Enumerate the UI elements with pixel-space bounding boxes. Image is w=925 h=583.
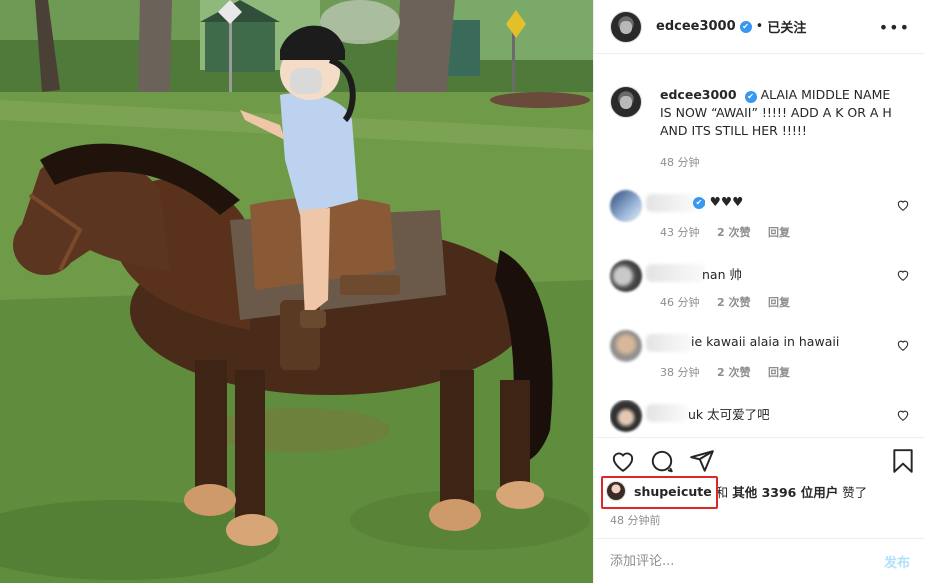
comment-time[interactable]: 46 分钟 [660,296,700,309]
comment-item: e ♥♥♥ ✔ 43 分钟 2 次赞 回复 [610,190,910,254]
caption-avatar[interactable] [610,86,642,118]
verified-badge-icon: ✔ [739,20,752,33]
like-comment-heart-icon[interactable] [896,268,910,282]
comment-bubble-icon[interactable] [649,448,675,474]
comment-likes[interactable]: 2 次赞 [717,366,750,379]
blurred-username [646,404,688,422]
more-options-icon[interactable]: ••• [879,18,910,37]
liker-username[interactable]: shupeicute [634,484,712,499]
comment-text: uk 太可爱了吧 [688,407,770,422]
comment-meta: 38 分钟 2 次赞 回复 [660,364,804,380]
post-photo[interactable] [0,0,593,583]
like-heart-icon[interactable] [610,448,636,474]
reply-button[interactable]: 回复 [768,296,790,309]
comment-time[interactable]: 43 分钟 [660,226,700,239]
comment-text: nan 帅 [702,267,742,282]
post-caption: edcee3000 ✔ ALAIA MIDDLE NAME IS NOW “AW… [610,86,910,140]
comment-input[interactable] [610,553,884,569]
blurred-username [646,194,698,212]
post-header: edcee3000 ✔ • 已关注 ••• [594,0,925,54]
blurred-username [646,264,706,282]
comment-time[interactable]: 38 分钟 [660,366,700,379]
comment-likes[interactable]: 2 次赞 [717,226,750,239]
comment-meta: 43 分钟 2 次赞 回复 [660,224,804,240]
header-separator: • [755,19,764,34]
likes-summary: shupeicute 和 其他 3396 位用户 赞了 [604,476,912,506]
comment-likes[interactable]: 2 次赞 [717,296,750,309]
blurred-username [646,334,692,352]
post-action-bar [594,437,925,477]
comment-item: nan 帅 46 分钟 2 次赞 回复 [610,260,910,324]
commenter-avatar[interactable] [610,190,642,222]
liker-avatar[interactable] [606,481,626,501]
verified-badge-icon: ✔ [744,91,757,103]
comment-meta: 46 分钟 2 次赞 回复 [660,294,804,310]
caption-body: edcee3000 ✔ ALAIA MIDDLE NAME IS NOW “AW… [660,86,905,140]
comment-item: uk 太可爱了吧 [610,400,910,436]
pony-photo-illustration [0,0,593,583]
post-comment-button[interactable]: 发布 [884,552,910,571]
like-comment-heart-icon[interactable] [896,198,910,212]
likes-suffix: 赞了 [842,484,868,500]
post-details-panel: edcee3000 ✔ • 已关注 ••• edcee3000 ✔ ALAIA … [593,0,925,583]
reply-button[interactable]: 回复 [768,366,790,379]
reply-button[interactable]: 回复 [768,226,790,239]
likes-others[interactable]: 其他 3396 位用户 [732,482,838,501]
comment-text: ie kawaii alaia in hawaii [691,334,840,349]
like-comment-heart-icon[interactable] [896,408,910,422]
caption-time: 48 分钟 [660,156,700,169]
save-bookmark-icon[interactable] [890,448,916,474]
following-button[interactable]: 已关注 [767,17,806,36]
share-plane-icon[interactable] [689,448,715,474]
add-comment-bar: 发布 [594,538,925,583]
like-comment-heart-icon[interactable] [896,338,910,352]
comment-item: ie kawaii alaia in hawaii 38 分钟 2 次赞 回复 [610,330,910,394]
verified-badge-icon: ✔ [693,197,705,209]
post-timestamp[interactable]: 48 分钟前 [610,512,661,528]
author-username[interactable]: edcee3000 [656,19,736,34]
author-avatar[interactable] [610,10,642,43]
likes-and: 和 [715,484,729,500]
commenter-avatar[interactable] [610,330,642,362]
commenter-avatar[interactable] [610,400,642,432]
commenter-avatar[interactable] [610,260,642,292]
caption-username[interactable]: edcee3000 [660,87,737,102]
